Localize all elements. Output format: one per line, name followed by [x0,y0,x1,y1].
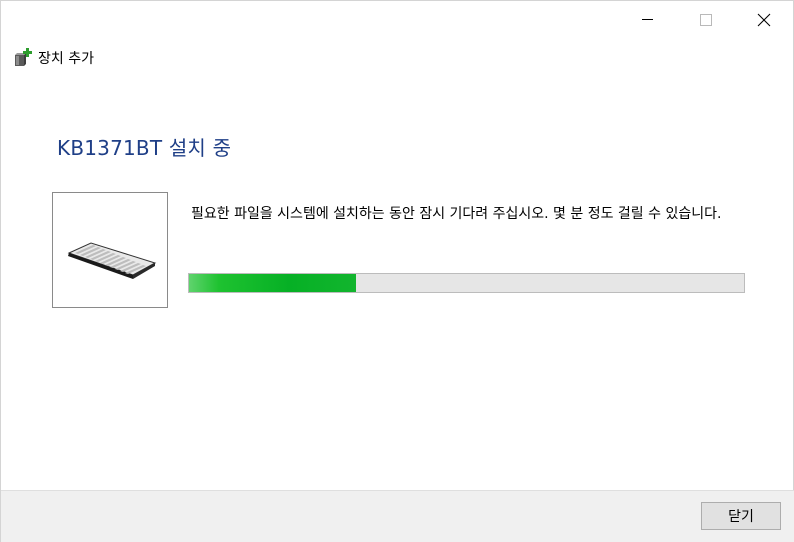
add-device-window: 장치 추가 KB1371BT 설치 중 필요한 파일을 시스템에 설치하는 동안 [0,0,794,542]
progress-fill [189,274,356,292]
close-window-button[interactable] [735,1,793,39]
keyboard-icon [67,242,157,279]
page-title: KB1371BT 설치 중 [57,136,232,160]
minimize-button[interactable] [619,1,677,39]
install-progress-bar [188,273,745,293]
device-image-frame [52,192,168,308]
add-device-icon [13,48,33,68]
close-button[interactable]: 닫기 [701,502,781,530]
close-icon [757,13,771,27]
title-bar: 장치 추가 [13,47,94,69]
dialog-footer: 닫기 [1,490,794,542]
caption-controls [619,1,793,39]
window-title: 장치 추가 [38,51,94,67]
install-message: 필요한 파일을 시스템에 설치하는 동안 잠시 기다려 주십시오. 몇 분 정도… [191,206,722,222]
maximize-button[interactable] [677,1,735,39]
